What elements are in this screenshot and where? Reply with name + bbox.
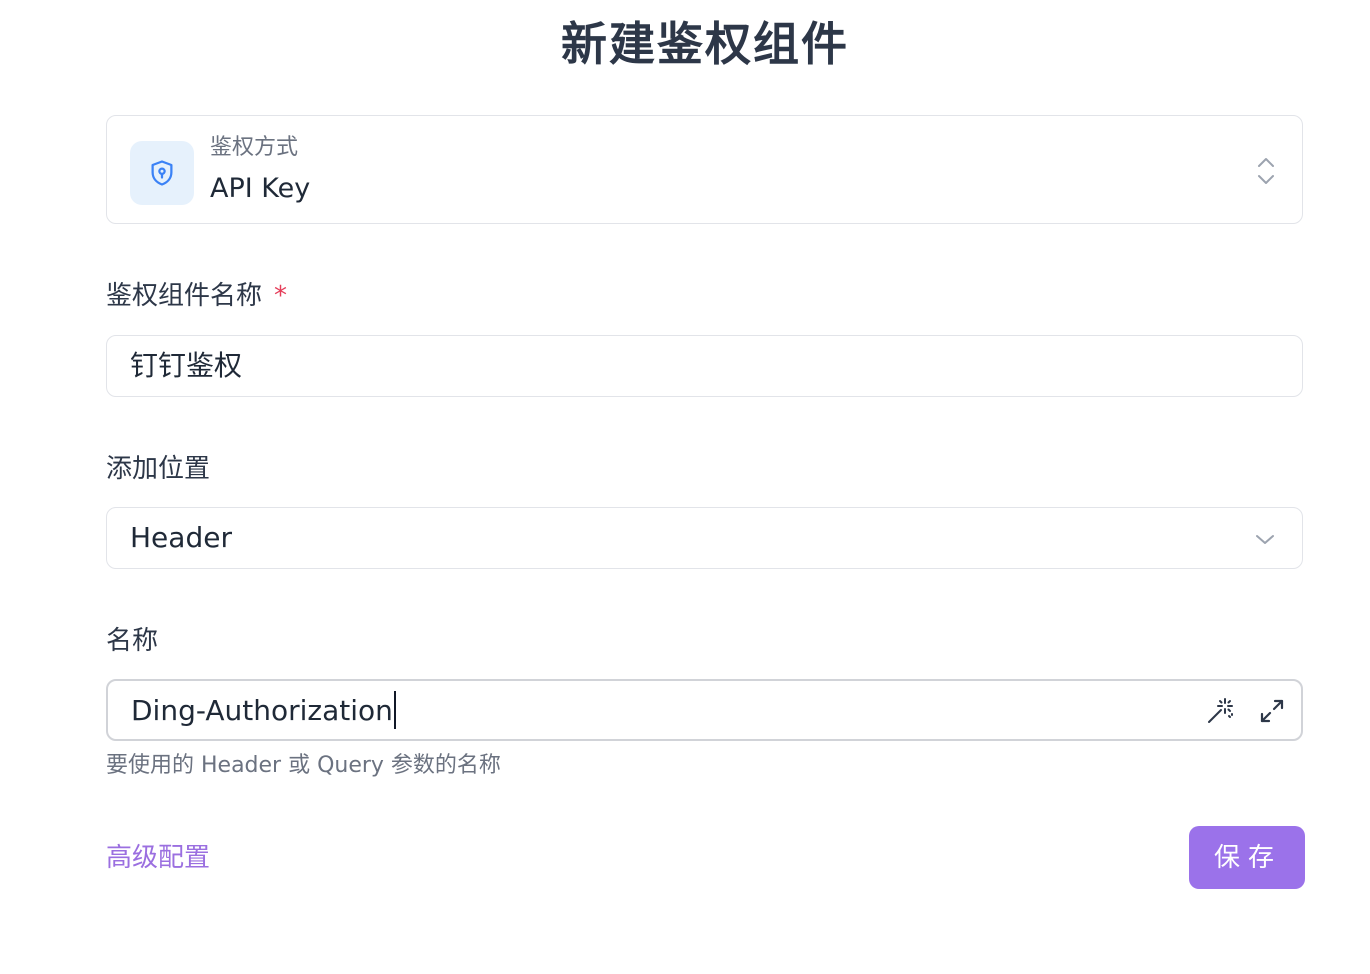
chevron-up-down-icon xyxy=(1258,158,1274,184)
name-input[interactable]: Ding-Authorization xyxy=(106,679,1303,741)
location-value: Header xyxy=(130,521,232,554)
create-auth-component-page: 新建鉴权组件 鉴权方式 API Key 鉴权组件名称 * 钉钉鉴权 添加位置 He… xyxy=(0,0,1370,974)
text-caret xyxy=(393,691,396,729)
auth-method-icon-tile xyxy=(130,141,194,205)
component-name-label-text: 鉴权组件名称 xyxy=(106,281,263,311)
magic-wand-icon[interactable] xyxy=(1205,696,1235,726)
component-name-value: 钉钉鉴权 xyxy=(130,349,243,382)
page-title: 新建鉴权组件 xyxy=(561,17,849,71)
auth-method-selector[interactable]: 鉴权方式 API Key xyxy=(106,115,1303,224)
name-value: Ding-Authorization xyxy=(131,694,393,727)
component-name-input[interactable]: 钉钉鉴权 xyxy=(106,335,1303,397)
auth-method-label: 鉴权方式 xyxy=(210,135,299,160)
name-helper-text: 要使用的 Header 或 Query 参数的名称 xyxy=(106,753,501,778)
expand-icon[interactable] xyxy=(1257,696,1287,726)
shield-keyhole-icon xyxy=(151,160,173,186)
location-select[interactable]: Header xyxy=(106,507,1303,569)
chevron-down-icon xyxy=(1256,535,1274,544)
auth-method-value: API Key xyxy=(210,173,311,204)
component-name-label: 鉴权组件名称 * xyxy=(106,278,287,314)
advanced-config-link[interactable]: 高级配置 xyxy=(106,840,210,876)
required-asterisk: * xyxy=(274,281,288,311)
name-label: 名称 xyxy=(106,626,159,656)
location-label: 添加位置 xyxy=(106,454,211,484)
save-button[interactable]: 保存 xyxy=(1189,826,1305,889)
